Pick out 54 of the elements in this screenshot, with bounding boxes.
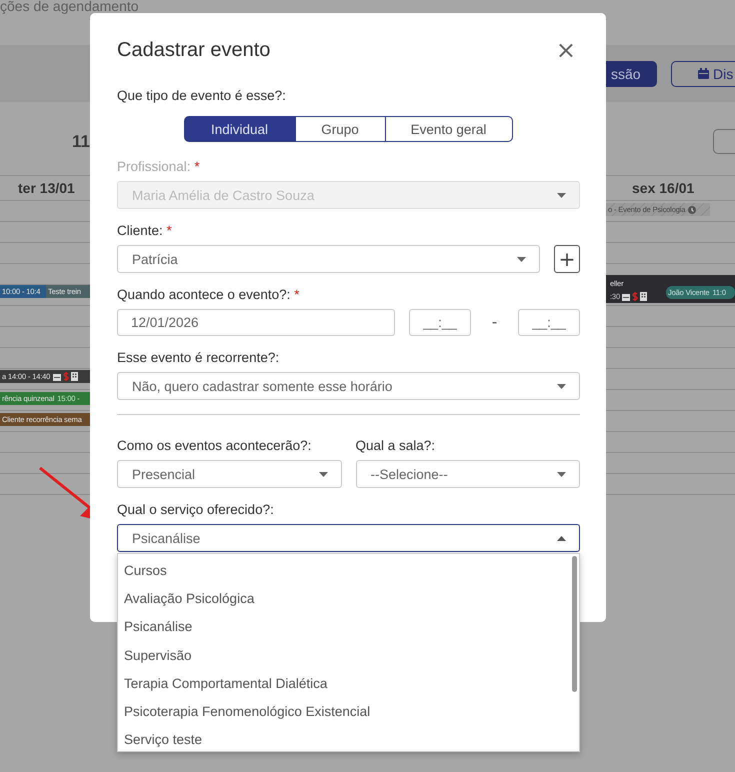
time-field[interactable]: __:__ [518,309,580,336]
field-label: Quando acontece o evento?: * [117,287,300,304]
page-title: ções de agendamento [0,0,139,12]
toolbar-button[interactable]: Dis [671,60,735,86]
money-icon [632,292,638,301]
toolbar-button[interactable]: ssão [606,60,657,86]
required-mark: * [194,159,200,174]
field-label: Cliente: * [117,223,173,240]
calendar-icon [53,372,62,380]
field-label: Esse evento é recorrente?: [117,350,280,367]
segment-tab[interactable]: Grupo [294,116,386,142]
dropdown-option[interactable]: Supervisão [118,640,573,670]
field-label: Que tipo de evento é esse?: [117,88,287,105]
caret-icon [557,536,566,540]
select-field[interactable]: Psicanálise [117,524,580,552]
dialog-title: Cadastrar evento [117,38,270,62]
calendar-icon [622,292,630,300]
field-label: Qual a sala?: [356,438,436,455]
range-separator: - [490,314,498,332]
caret-icon [318,472,328,476]
caret-icon [557,384,566,388]
add-button[interactable]: + [554,245,580,273]
segment-tab[interactable]: Evento geral [384,116,512,142]
calendar-icon [698,68,709,79]
close-button[interactable]: × [552,38,580,62]
nav-button[interactable] [713,129,735,154]
select-field[interactable]: Não, quero cadastrar somente esse horário [117,372,580,400]
caret-icon [557,472,566,476]
scrollbar[interactable] [572,556,577,692]
building-icon [640,292,647,301]
select-field: Maria Amélia de Castro Souza [117,181,580,209]
field-label: Como os eventos acontecerão?: [117,438,312,455]
field-label: Qual o serviço oferecido?: [117,502,275,519]
clock-icon [688,206,696,214]
dropdown-option[interactable]: Terapia Comportamental Dialética [118,669,573,698]
dropdown-option[interactable]: Cursos [118,556,573,584]
select-field[interactable]: Patrícia [117,245,540,273]
caret-icon [557,192,566,198]
money-icon [63,372,70,381]
select-field[interactable]: Presencial [117,460,342,488]
required-mark: * [294,287,300,302]
segment-tab[interactable]: Individual [184,116,296,142]
field-label: Profissional: * [117,159,201,176]
select-field[interactable]: --Selecione-- [356,460,580,488]
building-icon [71,372,78,381]
caret-icon [517,256,526,262]
required-mark: * [166,223,172,238]
dropdown-option[interactable]: Serviço teste [118,726,573,751]
period-label: 11 [72,132,90,152]
date-field[interactable]: 12/01/2026 [117,309,396,336]
dropdown-option[interactable]: Psicoterapia Fenomenológico Existencial [118,697,573,726]
dropdown-option[interactable]: Avaliação Psicológica [118,584,573,613]
time-field[interactable]: __:__ [409,309,472,336]
dropdown-option[interactable]: Psicanálise [118,612,573,641]
